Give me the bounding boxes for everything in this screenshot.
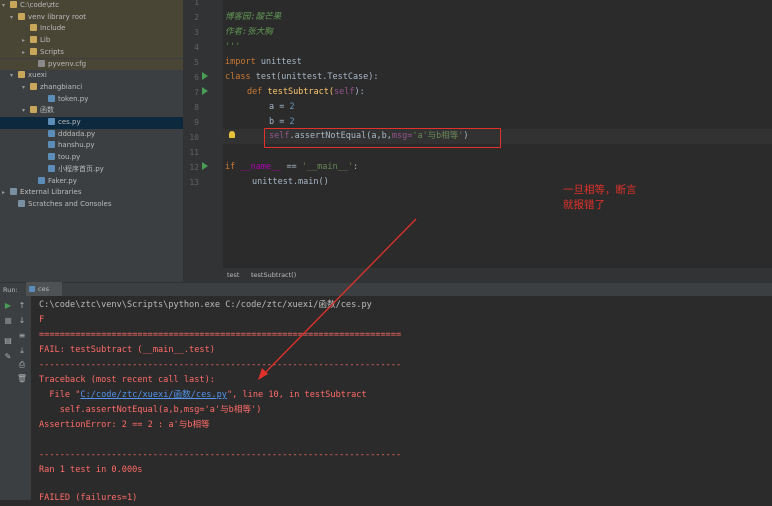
annotation-arrow	[258, 218, 417, 380]
